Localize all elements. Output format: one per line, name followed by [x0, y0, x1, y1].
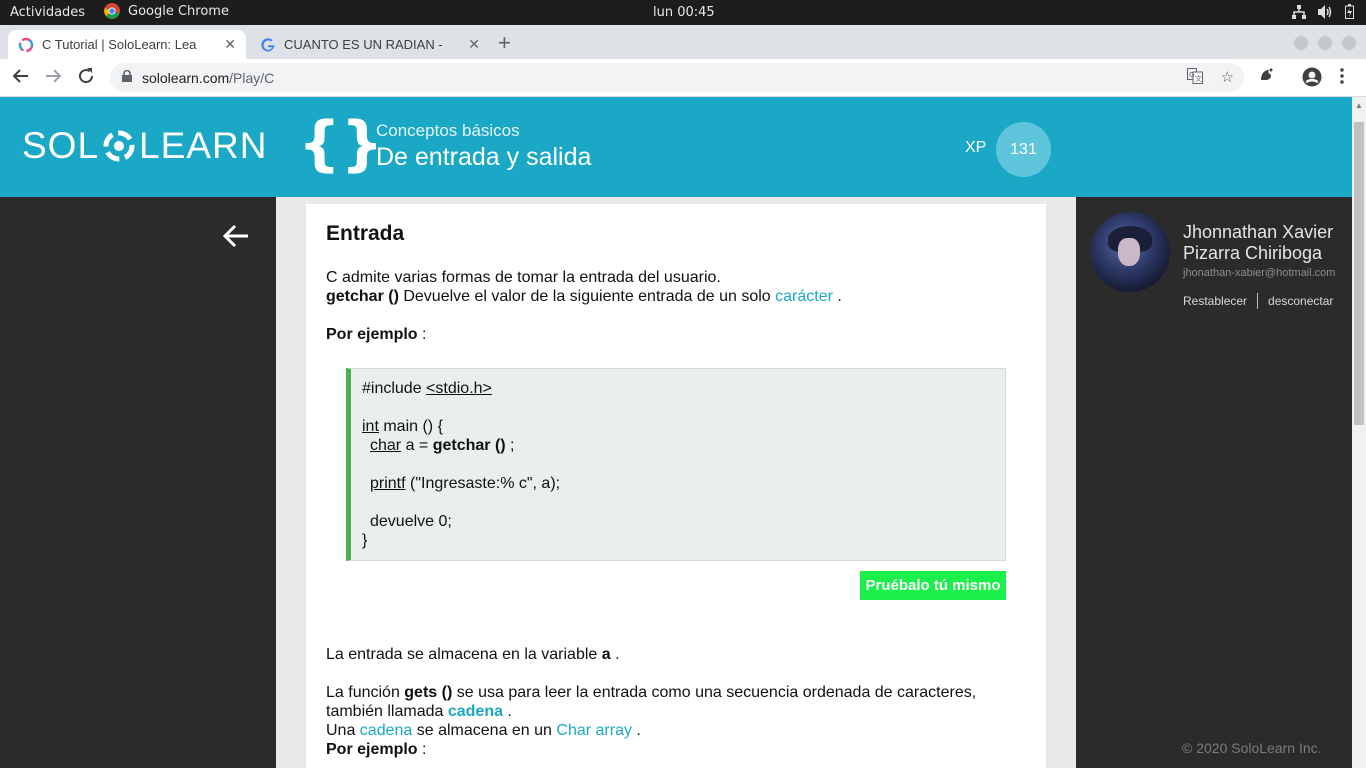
browser-tab-strip: C Tutorial | SoloLearn: Lea ✕ CUANTO ES … — [0, 25, 1366, 59]
example-label: Por ejemplo — [326, 741, 418, 758]
xp-value: 131 — [1010, 140, 1037, 158]
new-tab-button[interactable]: + — [498, 32, 511, 54]
paragraph: La función gets () se usa para leer la e… — [326, 684, 977, 701]
chrome-icon — [104, 3, 120, 19]
logout-link[interactable]: desconectar — [1268, 294, 1333, 308]
close-window-button[interactable] — [1342, 36, 1356, 50]
user-name[interactable]: Jhonnathan Xavier Pizarra Chiriboga — [1183, 222, 1353, 264]
back-icon[interactable] — [12, 67, 30, 90]
paragraph: Una cadena se almacena en un Char array … — [326, 722, 641, 739]
paragraph: getchar () Devuelve el valor de la sigui… — [326, 287, 842, 306]
sololearn-swirl-icon — [103, 130, 135, 162]
profile-icon[interactable] — [1302, 67, 1322, 92]
divider — [1257, 293, 1259, 309]
svg-text:文: 文 — [1195, 74, 1202, 83]
url-path: /Play/C — [229, 69, 275, 86]
avatar[interactable] — [1090, 212, 1170, 292]
translate-icon[interactable]: G文 — [1186, 68, 1203, 88]
text: Devuelve el valor de la siguiente entrad… — [398, 288, 776, 305]
reload-icon[interactable] — [77, 67, 95, 90]
sololearn-header: SOL LEARN {} Conceptos básicos De entrad… — [0, 97, 1352, 197]
maximize-button[interactable] — [1318, 36, 1332, 50]
lock-icon[interactable] — [122, 69, 132, 85]
extension-icon[interactable] — [1258, 67, 1274, 88]
volume-icon — [1318, 4, 1332, 19]
code-line: #include <stdio.h> — [362, 380, 492, 397]
logo-text-left: SOL — [22, 125, 100, 166]
scroll-up-icon[interactable]: ▲ — [1355, 101, 1363, 110]
code-line: } — [362, 532, 368, 549]
back-arrow-icon[interactable] — [220, 220, 252, 252]
logo-text-right: LEARN — [139, 125, 268, 166]
code-block: #include <stdio.h> int main () { char a … — [346, 368, 1006, 561]
lesson-title: De entrada y salida — [376, 143, 592, 171]
user-email: jhonathan-xabier@hotmail.com — [1183, 267, 1336, 279]
lesson-card: Entrada C admite varias formas de tomar … — [306, 204, 1046, 768]
paragraph: Por ejemplo : — [326, 325, 426, 344]
close-tab-icon[interactable]: ✕ — [468, 36, 480, 53]
reset-link[interactable]: Restablecer — [1183, 294, 1247, 308]
activities-button[interactable]: Actividades — [10, 5, 85, 20]
code-line: char a = getchar () ; — [370, 437, 515, 454]
glossary-link[interactable]: cadena — [360, 722, 413, 739]
glossary-link[interactable]: cadena — [448, 703, 503, 720]
sololearn-favicon-icon — [18, 37, 34, 52]
tab-radian[interactable]: CUANTO ES UN RADIAN - ✕ — [250, 30, 490, 59]
glossary-link[interactable]: carácter — [775, 288, 833, 305]
xp-label: XP — [965, 139, 987, 156]
lesson-heading: Entrada — [326, 222, 405, 245]
paragraph: C admite varias formas de tomar la entra… — [326, 269, 721, 286]
paragraph: La entrada se almacena en la variable a … — [326, 646, 620, 663]
xp-badge: 131 — [996, 122, 1051, 177]
scrollbar-thumb[interactable] — [1354, 122, 1364, 425]
module-name: Conceptos básicos — [376, 121, 520, 140]
tab-sololearn[interactable]: C Tutorial | SoloLearn: Lea ✕ — [8, 30, 246, 59]
text: . — [832, 288, 842, 305]
url-host: sololearn.com — [142, 69, 230, 86]
os-top-bar: Actividades Google Chrome lun 00:45 — [0, 0, 1366, 25]
browser-toolbar: sololearn.com/Play/C G文 ☆ — [0, 59, 1366, 97]
app-menu[interactable]: Google Chrome — [104, 3, 229, 19]
battery-icon — [1345, 4, 1354, 19]
code-line: printf ("Ingresaste:% c", a); — [370, 475, 561, 492]
clock[interactable]: lun 00:45 — [653, 5, 715, 20]
sololearn-logo[interactable]: SOL LEARN — [22, 125, 267, 167]
minimize-button[interactable] — [1294, 36, 1308, 50]
page-scrollbar[interactable]: ▲ — [1352, 97, 1366, 768]
google-favicon-icon — [261, 37, 275, 51]
bookmark-star-icon[interactable]: ☆ — [1221, 68, 1234, 88]
profile-links: Restablecer desconectar — [1183, 293, 1333, 309]
system-tray[interactable] — [1292, 4, 1354, 19]
paragraph: también llamada cadena . — [326, 703, 512, 720]
code-line: int main () { — [362, 418, 443, 435]
copyright-footer: © 2020 SoloLearn Inc. — [1182, 740, 1322, 756]
close-tab-icon[interactable]: ✕ — [224, 36, 236, 53]
tab-title: C Tutorial | SoloLearn: Lea — [42, 37, 197, 52]
example-label: Por ejemplo — [326, 326, 418, 343]
paragraph: Por ejemplo : — [326, 741, 427, 758]
code-line: devuelve 0; — [370, 513, 452, 530]
network-icon — [1292, 4, 1306, 19]
app-name: Google Chrome — [128, 3, 229, 19]
text: : — [417, 326, 427, 343]
address-bar[interactable]: sololearn.com/Play/C G文 ☆ — [110, 63, 1244, 92]
svg-text:G: G — [1189, 71, 1194, 79]
tab-title: CUANTO ES UN RADIAN - — [284, 37, 443, 52]
course-braces-icon: {} — [298, 109, 384, 179]
try-it-yourself-button[interactable]: Pruébalo tú mismo — [860, 571, 1006, 600]
code-term: getchar () — [326, 288, 399, 305]
forward-icon[interactable] — [44, 67, 62, 90]
glossary-link[interactable]: Char array — [556, 722, 632, 739]
menu-kebab-icon[interactable] — [1340, 67, 1344, 90]
